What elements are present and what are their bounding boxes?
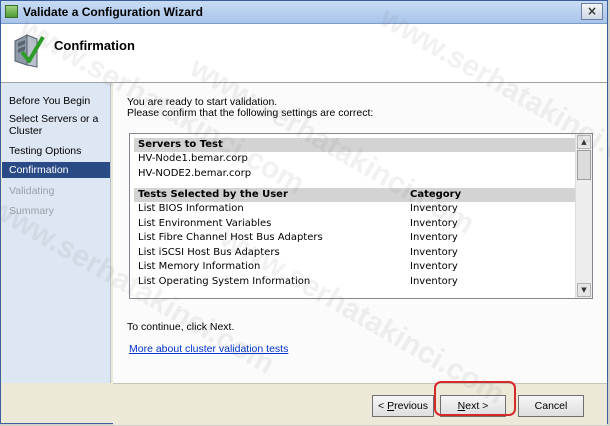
- test-row: List Fibre Channel Host Bus Adapters Inve…: [134, 231, 575, 246]
- server-row: HV-Node1.bemar.corp: [138, 153, 248, 164]
- category-header-label: Category: [410, 189, 462, 200]
- previous-button[interactable]: < Previous: [372, 395, 434, 417]
- continue-instruction: To continue, click Next.: [127, 321, 235, 333]
- tests-section-header: Tests Selected by the User Category: [134, 188, 575, 202]
- more-about-validation-link[interactable]: More about cluster validation tests: [129, 343, 288, 355]
- window-title: Validate a Configuration Wizard: [23, 5, 203, 19]
- scroll-up-arrow-icon[interactable]: ▲: [577, 135, 591, 149]
- test-category: Inventory: [410, 203, 458, 214]
- nav-item-before-you-begin[interactable]: Before You Begin: [2, 95, 110, 107]
- test-name: List BIOS Information: [138, 203, 244, 214]
- next-button-highlight: [434, 381, 516, 416]
- page-title: Confirmation: [54, 38, 135, 53]
- test-name: List Operating System Information: [138, 275, 311, 287]
- list-scrollbar[interactable]: ▲ ▼: [575, 134, 592, 298]
- test-row: List Memory Information Inventory: [134, 260, 575, 275]
- nav-item-summary: Summary: [9, 205, 54, 217]
- test-category: Inventory: [410, 246, 458, 258]
- test-row: List BIOS Information Inventory: [134, 202, 575, 217]
- title-bar[interactable]: Validate a Configuration Wizard ×: [1, 1, 607, 24]
- wizard-header: Confirmation: [1, 24, 607, 83]
- nav-item-confirmation[interactable]: Confirmation: [2, 162, 110, 178]
- test-row: List Environment Variables Inventory: [134, 217, 575, 232]
- intro-line-2: Please confirm that the following settin…: [127, 107, 374, 119]
- test-category: Inventory: [410, 232, 458, 243]
- wizard-window: Validate a Configuration Wizard × Confir…: [0, 0, 610, 425]
- test-category: Inventory: [410, 275, 458, 287]
- scroll-thumb[interactable]: [577, 150, 591, 180]
- servers-section-header: Servers to Test: [134, 138, 575, 152]
- servers-header-label: Servers to Test: [138, 139, 223, 150]
- wizard-steps-nav: Before You Begin Select Servers or a Clu…: [2, 83, 111, 383]
- button-bar: < Previous Next > Cancel: [113, 381, 607, 425]
- tests-header-label: Tests Selected by the User: [138, 189, 288, 200]
- server-row: HV-NODE2.bemar.corp: [138, 167, 252, 179]
- confirmation-panel: You are ready to start validation. Pleas…: [113, 83, 607, 383]
- close-button[interactable]: ×: [581, 3, 603, 20]
- previous-prefix: <: [378, 400, 388, 412]
- cluster-validation-icon: [14, 34, 45, 68]
- test-row: List Operating System Information Invento…: [134, 275, 575, 290]
- nav-item-select-servers[interactable]: Select Servers or a Cluster: [2, 113, 110, 137]
- test-name: List Memory Information: [138, 261, 261, 272]
- intro-text: You are ready to start validation. Pleas…: [127, 97, 373, 119]
- test-row: List iSCSI Host Bus Adapters Inventory: [134, 246, 575, 261]
- test-name: List iSCSI Host Bus Adapters: [138, 246, 280, 258]
- settings-list[interactable]: Servers to Test HV-Node1.bemar.corp HV-N…: [129, 133, 593, 299]
- test-name: List Fibre Channel Host Bus Adapters: [138, 232, 323, 243]
- nav-item-validating: Validating: [9, 185, 55, 197]
- test-category: Inventory: [410, 261, 458, 272]
- cancel-button[interactable]: Cancel: [518, 395, 584, 417]
- test-category: Inventory: [410, 217, 458, 229]
- test-name: List Environment Variables: [138, 217, 272, 229]
- previous-label: revious: [394, 400, 428, 412]
- nav-item-testing-options[interactable]: Testing Options: [2, 145, 110, 157]
- scroll-down-arrow-icon[interactable]: ▼: [577, 283, 591, 297]
- wizard-app-icon: [5, 5, 18, 18]
